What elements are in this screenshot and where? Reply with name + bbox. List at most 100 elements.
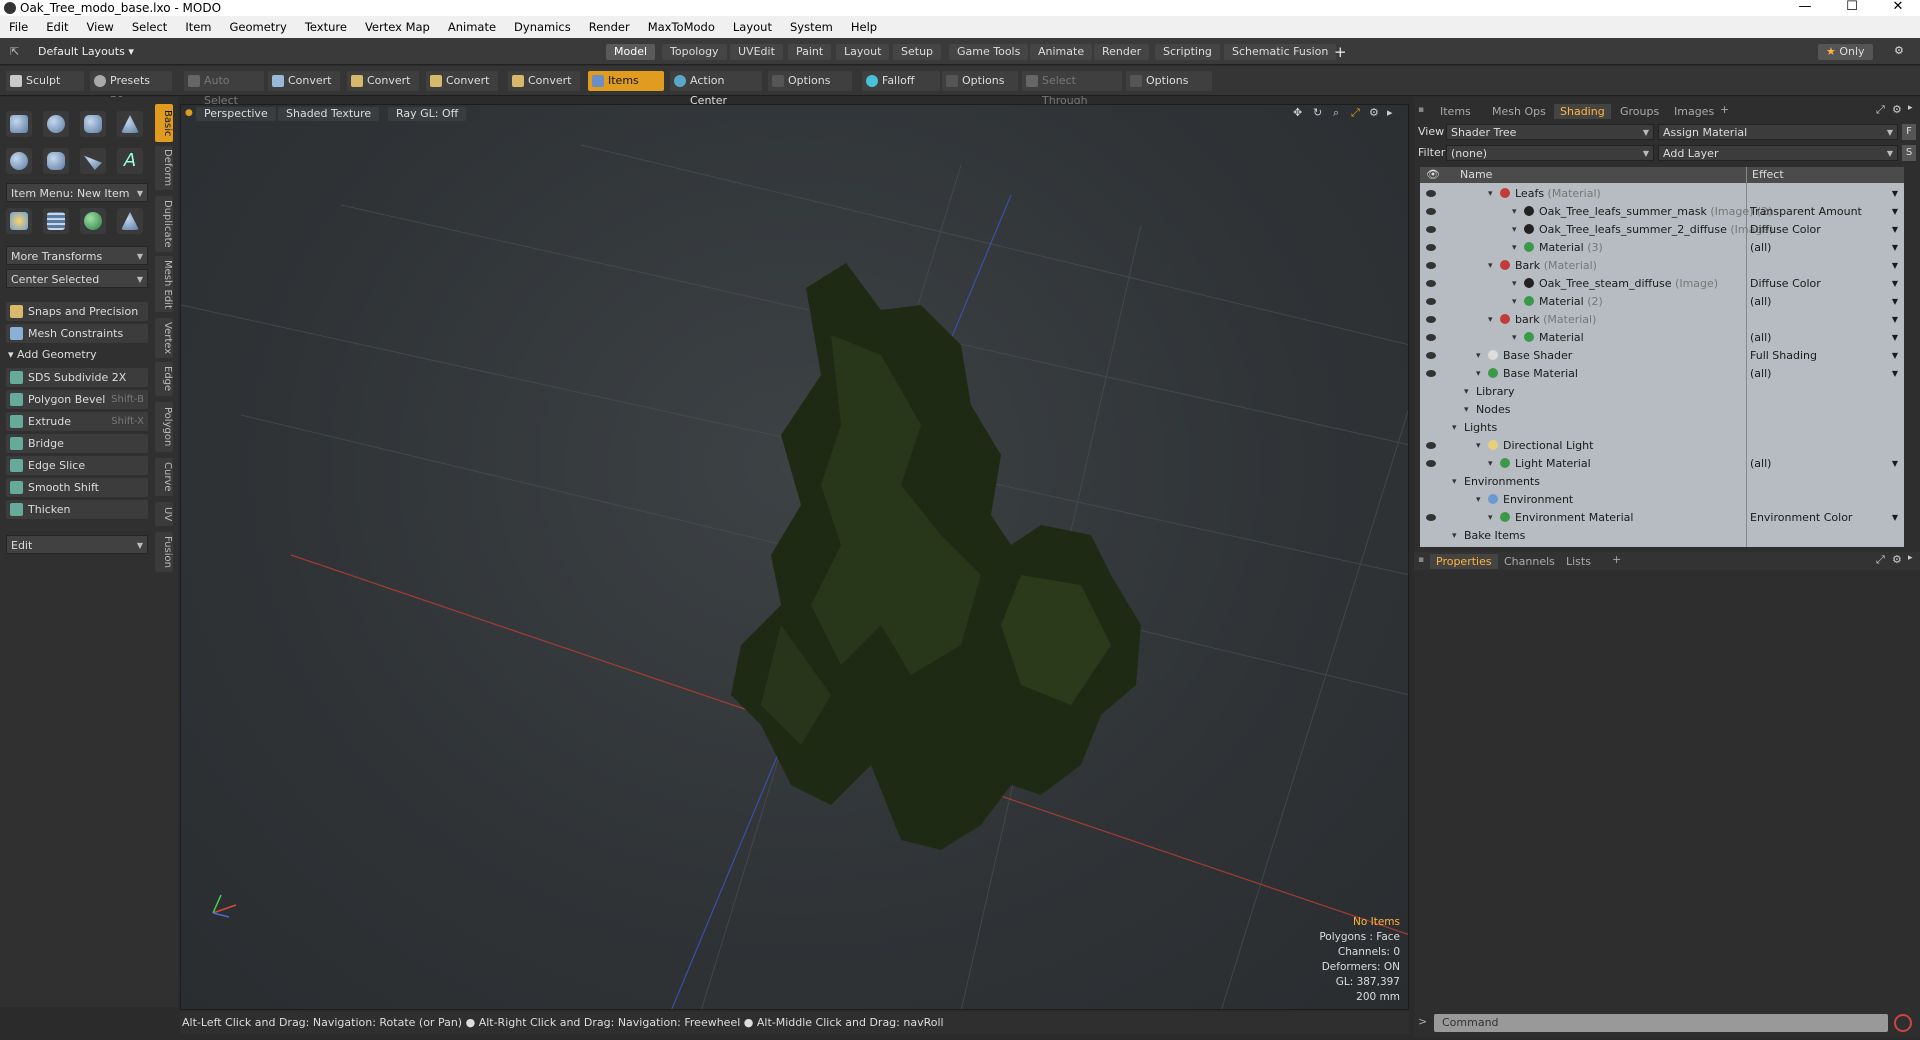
assign-material-dropdown[interactable]: Assign Material (1658, 124, 1898, 141)
effect-dropdown-arrow-icon[interactable]: ▼ (1892, 185, 1898, 203)
layer-effect[interactable]: (all) (1750, 455, 1771, 473)
text-tool-icon[interactable]: A (117, 148, 143, 174)
tab-layout[interactable]: Layout (836, 44, 890, 60)
layer-effect[interactable]: (all) (1750, 329, 1771, 347)
menu-select[interactable]: Select (123, 20, 176, 34)
layer-effect[interactable]: Diffuse Color (1750, 221, 1821, 239)
visibility-eye-icon[interactable] (1426, 280, 1436, 287)
sculpt-button[interactable]: Sculpt (6, 71, 84, 91)
item-menu-dropdown[interactable]: Item Menu: New Item (6, 183, 148, 203)
menu-dynamics[interactable]: Dynamics (505, 20, 580, 34)
expand-toggle-icon[interactable]: ▾ (1488, 455, 1493, 473)
layer-effect[interactable]: Environment Color (1750, 509, 1852, 527)
effect-dropdown-arrow-icon[interactable]: ▼ (1892, 365, 1898, 383)
add-tab-icon[interactable]: + (1334, 43, 1347, 61)
shader-tree-row[interactable]: ▾ Base Material (all) ▼ (1420, 365, 1904, 383)
menu-layout[interactable]: Layout (724, 20, 781, 34)
mesh-constraints-button[interactable]: Mesh Constraints (6, 324, 148, 343)
expand-toggle-icon[interactable]: ▾ (1512, 203, 1517, 221)
panel-menu-icon[interactable]: ▪ (1418, 555, 1424, 565)
menu-edit[interactable]: Edit (37, 20, 77, 34)
shader-tree-row[interactable]: ▾ Environment Material Environment Color ▼ (1420, 509, 1904, 527)
layout-toggle-icon[interactable]: ⇱ (10, 45, 19, 58)
expand-toggle-icon[interactable]: ▾ (1488, 257, 1493, 275)
visibility-eye-icon[interactable] (1426, 460, 1436, 467)
raygl-button[interactable]: Ray GL: Off (388, 107, 467, 121)
tab-animate[interactable]: Animate (1030, 44, 1093, 60)
options-button-1[interactable]: Options (768, 71, 852, 91)
shader-tree-row[interactable]: ▾ Leafs (Material) ▼ (1420, 185, 1904, 203)
tab-channels[interactable]: Channels (1498, 554, 1561, 569)
tab-properties[interactable]: Properties (1430, 554, 1498, 569)
effect-dropdown-arrow-icon[interactable]: ▼ (1892, 509, 1898, 527)
expand-toggle-icon[interactable]: ▾ (1512, 221, 1517, 239)
options-button-3[interactable]: Options (1126, 71, 1212, 91)
effect-column-header[interactable]: Effect (1752, 167, 1784, 183)
visibility-eye-icon[interactable] (1426, 226, 1436, 233)
menu-item[interactable]: Item (176, 20, 220, 34)
extrude-button[interactable]: Extrude Shift-X (6, 412, 148, 431)
cube-primitive-icon[interactable] (6, 111, 32, 137)
convert-button-3[interactable]: Convert (426, 71, 498, 91)
menu-file[interactable]: File (0, 20, 37, 34)
view-mode-button[interactable]: Perspective (196, 107, 276, 121)
menu-geometry[interactable]: Geometry (221, 20, 296, 34)
grid-icon[interactable] (43, 208, 69, 234)
visibility-eye-icon[interactable] (1426, 208, 1436, 215)
menu-maxtomodo[interactable]: MaxToModo (639, 20, 724, 34)
maximize-panel-icon[interactable]: ⤢ (1876, 103, 1885, 117)
tab-paint[interactable]: Paint (788, 44, 832, 60)
cone-primitive-icon[interactable] (117, 111, 143, 137)
expand-toggle-icon[interactable]: ▾ (1476, 347, 1481, 365)
shader-tree-row[interactable]: ▾ Material (3) (all) ▼ (1420, 239, 1904, 257)
layer-effect[interactable]: (all) (1750, 365, 1771, 383)
expand-toggle-icon[interactable]: ▾ (1488, 509, 1493, 527)
visibility-eye-icon[interactable] (1426, 352, 1436, 359)
panel-menu-icon[interactable]: ▪ (1418, 105, 1424, 115)
expand-toggle-icon[interactable]: ▾ (1512, 293, 1517, 311)
s-button[interactable]: S (1902, 145, 1916, 161)
vtab-uv[interactable]: UV (155, 502, 173, 526)
polygon-bevel-button[interactable]: Polygon Bevel Shift-B (6, 390, 148, 409)
shading-mode-button[interactable]: Shaded Texture (278, 107, 380, 121)
f-button[interactable]: F (1902, 124, 1916, 140)
expand-toggle-icon[interactable]: ▾ (1464, 383, 1469, 401)
pyramid-icon[interactable] (117, 208, 143, 234)
sds-subdivide-button[interactable]: SDS Subdivide 2X (6, 368, 148, 387)
command-input[interactable]: Command (1434, 1014, 1888, 1032)
add-tab-icon[interactable]: + (1720, 103, 1729, 116)
add-layer-dropdown[interactable]: Add Layer (1658, 145, 1898, 162)
rotate-icon[interactable]: ↻ (1313, 106, 1322, 119)
shader-tree-row[interactable]: ▾ bark (Material) ▼ (1420, 311, 1904, 329)
shader-tree-row[interactable]: ▾ Material (all) ▼ (1420, 329, 1904, 347)
visibility-eye-icon[interactable] (1426, 190, 1436, 197)
viewport-settings-icon[interactable]: ⚙ (1369, 106, 1379, 119)
vtab-deform[interactable]: Deform (155, 146, 173, 190)
thicken-button[interactable]: Thicken (6, 500, 148, 519)
action-center-button[interactable]: Action Center (670, 71, 762, 107)
tab-setup[interactable]: Setup (893, 44, 942, 60)
expand-toggle-icon[interactable]: ▾ (1476, 491, 1481, 509)
effect-dropdown-arrow-icon[interactable]: ▼ (1892, 293, 1898, 311)
shader-tree-row[interactable]: ▾ Environment (1420, 491, 1904, 509)
expand-arrow-icon[interactable]: ▸ (1387, 106, 1393, 119)
items-mode-button[interactable]: Items (588, 71, 664, 91)
tab-uvedit[interactable]: UVEdit (730, 44, 783, 60)
vtab-duplicate[interactable]: Duplicate (155, 196, 173, 252)
pan-icon[interactable]: ✥ (1293, 106, 1302, 119)
shader-tree-row[interactable]: ▾ Material (2) (all) ▼ (1420, 293, 1904, 311)
options-button-2[interactable]: Options (942, 71, 1018, 91)
vtab-mesh-edit[interactable]: Mesh Edit (155, 256, 173, 312)
effect-dropdown-arrow-icon[interactable]: ▼ (1892, 221, 1898, 239)
expand-toggle-icon[interactable]: ▾ (1476, 365, 1481, 383)
expand-toggle-icon[interactable]: ▾ (1512, 275, 1517, 293)
maximize-button[interactable]: ☐ (1832, 0, 1872, 16)
expand-toggle-icon[interactable]: ▾ (1476, 437, 1481, 455)
shader-tree-row[interactable]: ▾ Light Material (all) ▼ (1420, 455, 1904, 473)
pen-tool-icon[interactable] (80, 148, 106, 174)
convert-button-4[interactable]: Convert (508, 71, 580, 91)
capsule-primitive-icon[interactable] (43, 148, 69, 174)
vtab-fusion[interactable]: Fusion (155, 532, 173, 572)
minimize-button[interactable]: — (1785, 0, 1825, 16)
menu-render[interactable]: Render (580, 20, 639, 34)
